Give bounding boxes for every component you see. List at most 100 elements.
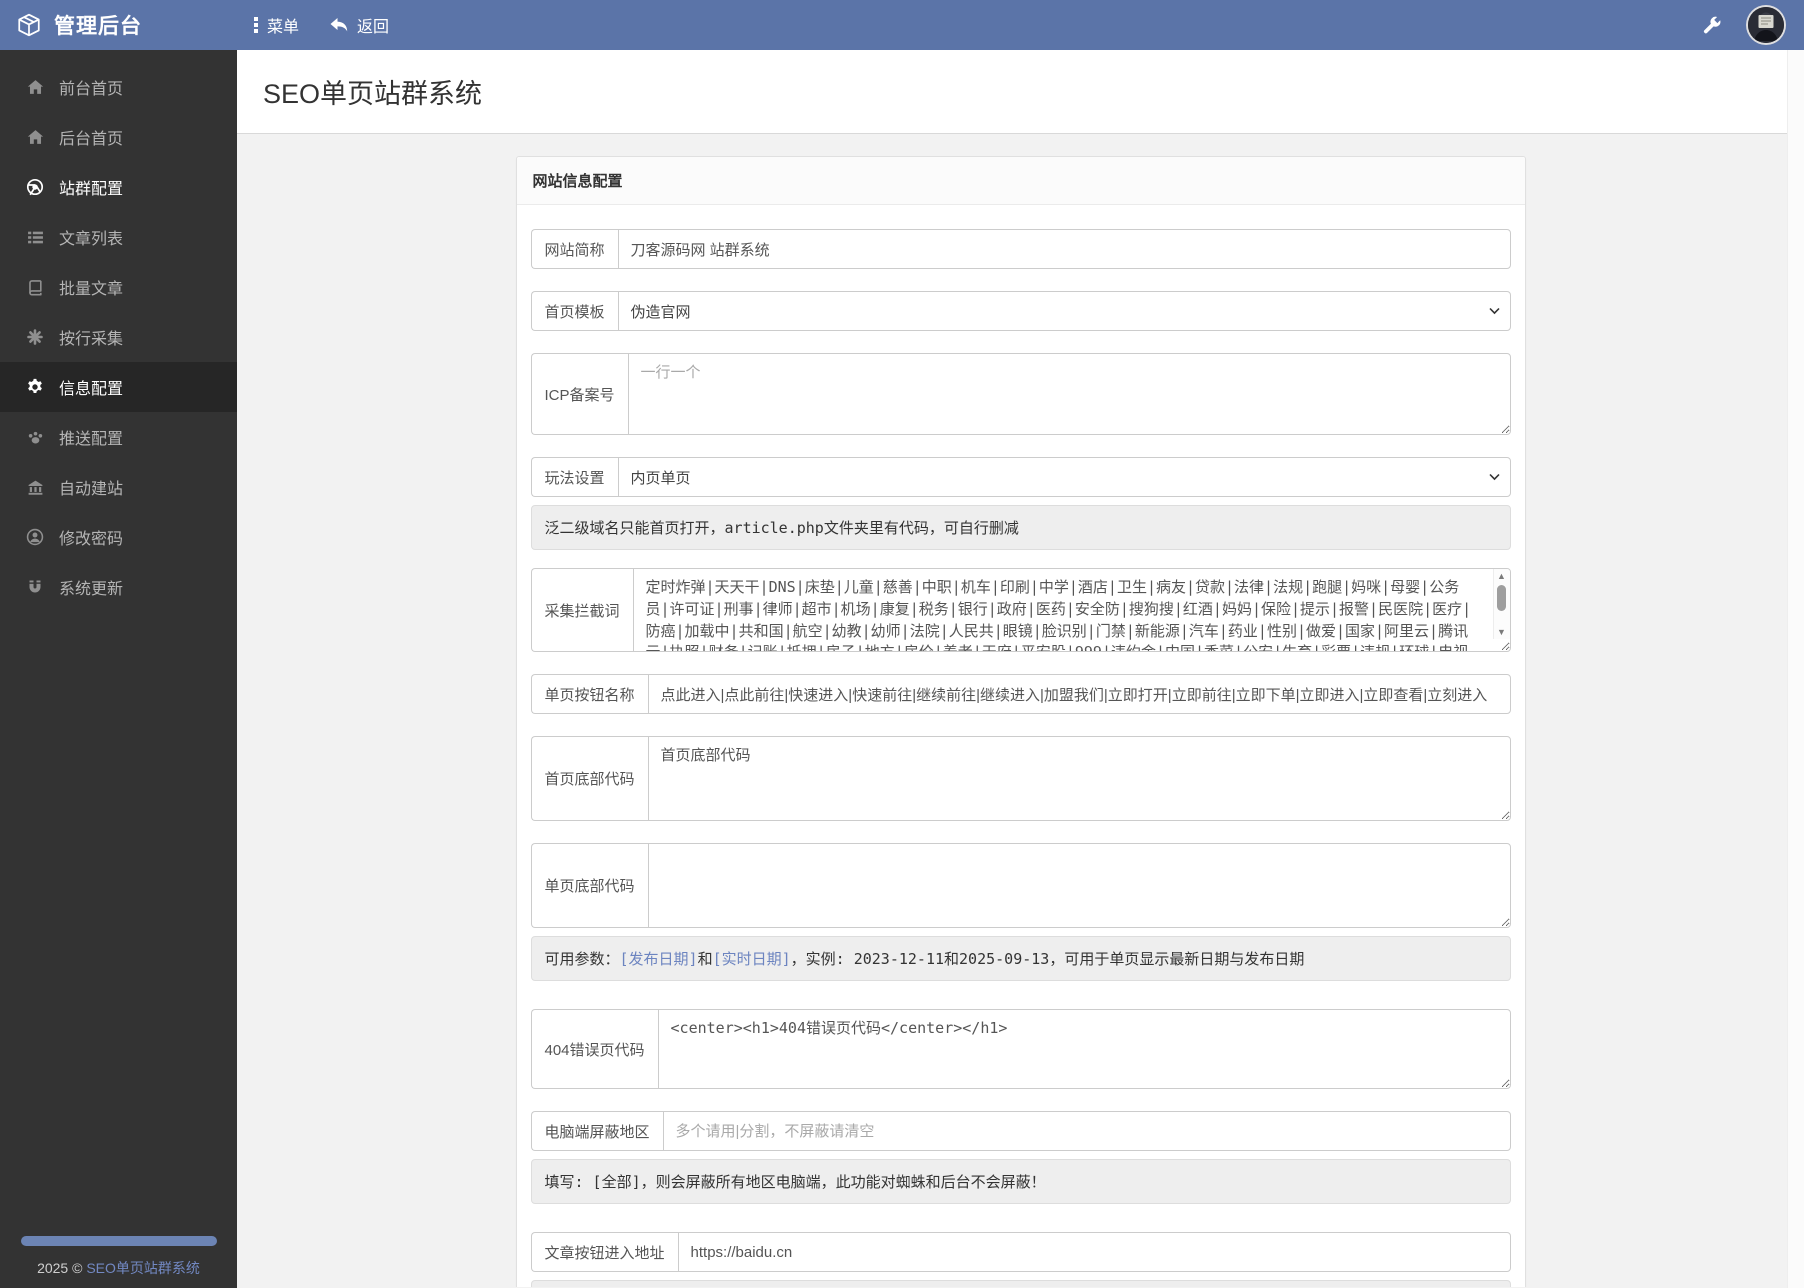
magnet-icon <box>26 578 44 596</box>
field-label: 网站简称 <box>530 229 618 269</box>
copyright: 2025 © SEO单页站群系统 <box>0 1258 237 1278</box>
user-avatar[interactable] <box>1746 5 1786 45</box>
admin-app: 管理后台 菜单 返回 前台首页 后台首页 站群配置 文章列表 批量文章 按行采集… <box>0 0 1804 1288</box>
sidebar-item-front-home[interactable]: 前台首页 <box>0 62 237 112</box>
icp-textarea[interactable] <box>627 353 1511 435</box>
copyright-link[interactable]: SEO单页站群系统 <box>86 1260 200 1276</box>
home-footer-code-textarea[interactable]: 首页底部代码 <box>647 736 1511 821</box>
play-mode-note: 泛二级域名只能首页打开，article.php文件夹里有代码，可自行删减 <box>530 505 1511 550</box>
globe-icon <box>26 178 44 196</box>
field-label: 首页底部代码 <box>530 736 648 821</box>
textarea-scrollbar[interactable]: ▲ ▼ <box>1492 569 1510 639</box>
site-info-card: 网站信息配置 网站简称 首页模板 伪造官网 <box>515 156 1526 1287</box>
form-row-article-btn-url: 文章按钮进入地址 <box>530 1232 1511 1272</box>
field-label: 404错误页代码 <box>530 1009 658 1089</box>
gear-icon <box>26 378 44 396</box>
sidebar-item-label: 系统更新 <box>59 581 124 598</box>
menu-toggle-label: 菜单 <box>267 19 300 36</box>
card-body: 网站简称 首页模板 伪造官网 <box>516 205 1525 1287</box>
wrench-icon[interactable] <box>1702 15 1722 35</box>
copyright-year: 2025 © <box>37 1260 87 1276</box>
site-name-input[interactable] <box>617 229 1511 269</box>
sidebar-item-label: 批量文章 <box>59 281 124 298</box>
field-label: 玩法设置 <box>530 457 618 497</box>
form-row-pc-block: 电脑端屏蔽地区 <box>530 1111 1511 1151</box>
sidebar-item-label: 按行采集 <box>59 331 124 348</box>
url-params-note: 参数：时间[Y],[m],[d],[H],[i],[s](2025,09,13,… <box>530 1280 1511 1287</box>
realtime-date-param: [实时日期] <box>712 950 791 968</box>
page-title: SEO单页站群系统 <box>263 79 483 109</box>
sidebar-item-push-config[interactable]: 推送配置 <box>0 412 237 462</box>
button-names-input[interactable] <box>647 674 1511 714</box>
home-template-select[interactable]: 伪造官网 <box>617 291 1511 331</box>
date-params-note: 可用参数：[发布日期]和[实时日期]，实例: 2023-12-11和2025-0… <box>530 936 1511 981</box>
brand-title: 管理后台 <box>54 15 142 38</box>
sidebar-item-batch-articles[interactable]: 批量文章 <box>0 262 237 312</box>
pc-block-note: 填写: [全部]，则会屏蔽所有地区电脑端，此功能对蜘蛛和后台不会屏蔽！ <box>530 1159 1511 1204</box>
sidebar-item-auto-build[interactable]: 自动建站 <box>0 462 237 512</box>
scroll-up-icon[interactable]: ▲ <box>1497 569 1506 583</box>
sidebar-item-sitegroup-config[interactable]: 站群配置 <box>0 162 237 212</box>
scrollbar-thumb[interactable] <box>1497 585 1506 611</box>
article-btn-url-input[interactable] <box>677 1232 1511 1272</box>
scroll-down-icon[interactable]: ▼ <box>1497 625 1506 639</box>
chevron-down-icon <box>1488 473 1500 481</box>
card-header: 网站信息配置 <box>516 157 1525 205</box>
field-label: ICP备案号 <box>530 353 628 435</box>
pc-block-input[interactable] <box>662 1111 1511 1151</box>
error-404-textarea[interactable]: <center><h1>404错误页代码</center></h1> <box>657 1009 1511 1089</box>
list-icon <box>26 228 44 246</box>
page-scrollbar[interactable] <box>1787 50 1804 1288</box>
sidebar-item-label: 修改密码 <box>59 531 124 548</box>
brand[interactable]: 管理后台 <box>0 10 237 40</box>
page-header: SEO单页站群系统 <box>237 50 1804 134</box>
sidebar-item-article-list[interactable]: 文章列表 <box>0 212 237 262</box>
note-text: ，实例: 2023-12-11和2025-09-13，可用于单页显示最新日期与发… <box>790 950 1305 968</box>
page-footer-code-textarea[interactable] <box>647 843 1511 928</box>
sidebar: 前台首页 后台首页 站群配置 文章列表 批量文章 按行采集 信息配置 推送配置 … <box>0 50 237 1288</box>
publish-date-param: [发布日期] <box>619 950 698 968</box>
field-label: 文章按钮进入地址 <box>530 1232 678 1272</box>
form-row-home-template: 首页模板 伪造官网 <box>530 291 1511 331</box>
field-label: 首页模板 <box>530 291 618 331</box>
block-words-textarea[interactable]: 定时炸弹|天天干|DNS|床垫|儿童|慈善|中职|机车|印刷|中学|酒店|卫生|… <box>632 568 1511 652</box>
topbar-right <box>1702 5 1804 45</box>
cube-logo-icon <box>16 12 42 38</box>
form-row-404-code: 404错误页代码 <center><h1>404错误页代码</center></… <box>530 1009 1511 1089</box>
ellipsis-vertical-icon <box>253 16 259 34</box>
form-row-button-names: 单页按钮名称 <box>530 674 1511 714</box>
field-label: 电脑端屏蔽地区 <box>530 1111 663 1151</box>
sidebar-item-label: 推送配置 <box>59 431 124 448</box>
reply-arrow-icon <box>329 16 349 34</box>
form-row-home-footer-code: 首页底部代码 首页底部代码 <box>530 736 1511 821</box>
sidebar-item-info-config[interactable]: 信息配置 <box>0 362 237 412</box>
field-label: 单页底部代码 <box>530 843 648 928</box>
selected-option: 伪造官网 <box>630 303 691 321</box>
field-label: 单页按钮名称 <box>530 674 648 714</box>
selected-option: 内页单页 <box>630 469 691 487</box>
sidebar-item-back-home[interactable]: 后台首页 <box>0 112 237 162</box>
sidebar-item-label: 信息配置 <box>59 381 124 398</box>
sidebar-progress-bar[interactable] <box>20 1236 217 1246</box>
back-button[interactable]: 返回 <box>329 13 389 37</box>
user-circle-icon <box>26 528 44 546</box>
back-label: 返回 <box>357 19 390 36</box>
book-icon <box>26 278 44 296</box>
menu-toggle-button[interactable]: 菜单 <box>253 13 299 37</box>
form-row-icp: ICP备案号 <box>530 353 1511 435</box>
block-words-wrap: 定时炸弹|天天干|DNS|床垫|儿童|慈善|中职|机车|印刷|中学|酒店|卫生|… <box>632 568 1511 652</box>
asterisk-icon <box>26 328 44 346</box>
play-mode-select[interactable]: 内页单页 <box>617 457 1511 497</box>
sidebar-item-system-update[interactable]: 系统更新 <box>0 562 237 612</box>
note-text: 可用参数： <box>544 950 620 968</box>
sidebar-item-change-password[interactable]: 修改密码 <box>0 512 237 562</box>
sidebar-item-label: 后台首页 <box>59 131 124 148</box>
sidebar-item-line-collect[interactable]: 按行采集 <box>0 312 237 362</box>
sidebar-item-label: 前台首页 <box>59 81 124 98</box>
topnav: 菜单 返回 <box>237 13 389 37</box>
main-area: SEO单页站群系统 网站信息配置 网站简称 首页模板 伪造官网 <box>237 50 1804 1288</box>
sidebar-footer: 2025 © SEO单页站群系统 <box>0 1236 237 1278</box>
note-text: 和 <box>697 950 713 968</box>
bank-icon <box>26 478 44 496</box>
field-label: 采集拦截词 <box>530 568 633 652</box>
